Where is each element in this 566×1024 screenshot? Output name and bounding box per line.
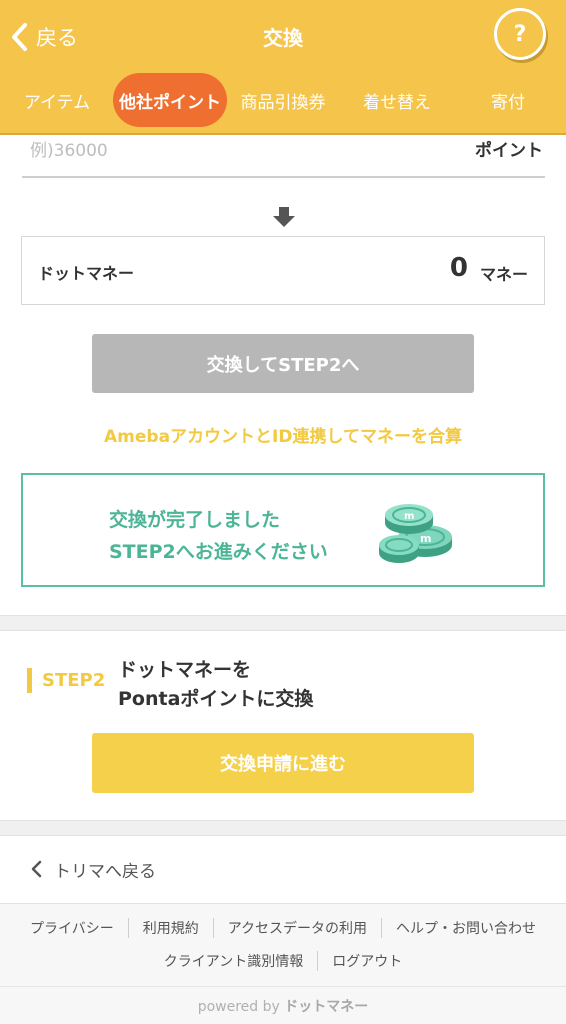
step2-marker <box>27 668 32 693</box>
help-icon: ? <box>513 21 527 47</box>
footer-links-row1: プライバシー 利用規約 アクセスデータの利用 ヘルプ・お問い合わせ <box>0 918 566 938</box>
section-divider <box>0 615 566 631</box>
coins-icon: m m <box>379 504 452 563</box>
chevron-left-icon <box>31 860 42 878</box>
tab-bar: アイテム 他社ポイント 商品引換券 着せ替え 寄付 <box>0 70 566 130</box>
back-to-trima-link[interactable]: トリマへ戻る <box>30 856 156 882</box>
powered-brand: ドットマネー <box>284 999 369 1015</box>
points-input[interactable]: 例)36000 ポイント <box>22 130 545 178</box>
footer-link-client-id[interactable]: クライアント識別情報 <box>150 951 317 971</box>
apply-exchange-button[interactable]: 交換申請に進む <box>92 733 474 793</box>
money-value: 0 <box>449 253 468 283</box>
tab-other-points[interactable]: 他社ポイント <box>113 73 227 127</box>
tab-vouchers[interactable]: 商品引換券 <box>236 73 330 127</box>
money-unit: マネー <box>479 265 528 284</box>
complete-message-box: 交換が完了しました STEP2へお進みください m m <box>21 473 545 587</box>
money-display: ドットマネー 0 マネー <box>21 236 545 305</box>
exchange-step2-button[interactable]: 交換してSTEP2へ <box>92 334 474 393</box>
tab-skins[interactable]: 着せ替え <box>352 73 442 127</box>
step2-label: STEP2 <box>42 670 106 691</box>
step2-text-line2: Pontaポイントに交換 <box>118 688 314 710</box>
app-header: 戻る 交換 ? アイテム 他社ポイント 商品引換券 着せ替え 寄付 <box>0 0 566 135</box>
tab-items[interactable]: アイテム <box>14 73 100 127</box>
back-to-trima-label: トリマへ戻る <box>54 861 156 882</box>
footer-link-logout[interactable]: ログアウト <box>317 951 416 971</box>
svg-text:m: m <box>404 511 414 522</box>
footer-link-help[interactable]: ヘルプ・お問い合わせ <box>381 918 550 938</box>
footer-divider <box>0 986 566 987</box>
ameba-link[interactable]: AmebaアカウントとID連携してマネーを合算 <box>0 422 566 447</box>
complete-line2: STEP2へお進みください <box>109 541 328 563</box>
arrow-down-icon <box>273 207 295 227</box>
money-label: ドットマネー <box>38 264 135 283</box>
complete-line1: 交換が完了しました <box>109 509 281 531</box>
footer-links-row2: クライアント識別情報 ログアウト <box>0 951 566 971</box>
page-title: 交換 <box>263 26 303 50</box>
footer: プライバシー 利用規約 アクセスデータの利用 ヘルプ・お問い合わせ クライアント… <box>0 903 566 1024</box>
powered-prefix: powered by <box>197 999 280 1015</box>
tab-donation[interactable]: 寄付 <box>478 73 538 127</box>
step2-text-line1: ドットマネーを <box>118 659 252 681</box>
powered-by: powered by ドットマネー <box>0 996 566 1016</box>
points-unit: ポイント <box>475 141 543 161</box>
footer-link-access-data[interactable]: アクセスデータの利用 <box>212 918 381 938</box>
help-button[interactable]: ? <box>494 8 546 60</box>
footer-link-privacy[interactable]: プライバシー <box>16 918 128 938</box>
points-placeholder: 例)36000 <box>30 141 108 161</box>
svg-text:m: m <box>420 532 431 545</box>
section-divider <box>0 820 566 836</box>
footer-link-terms[interactable]: 利用規約 <box>127 918 213 938</box>
